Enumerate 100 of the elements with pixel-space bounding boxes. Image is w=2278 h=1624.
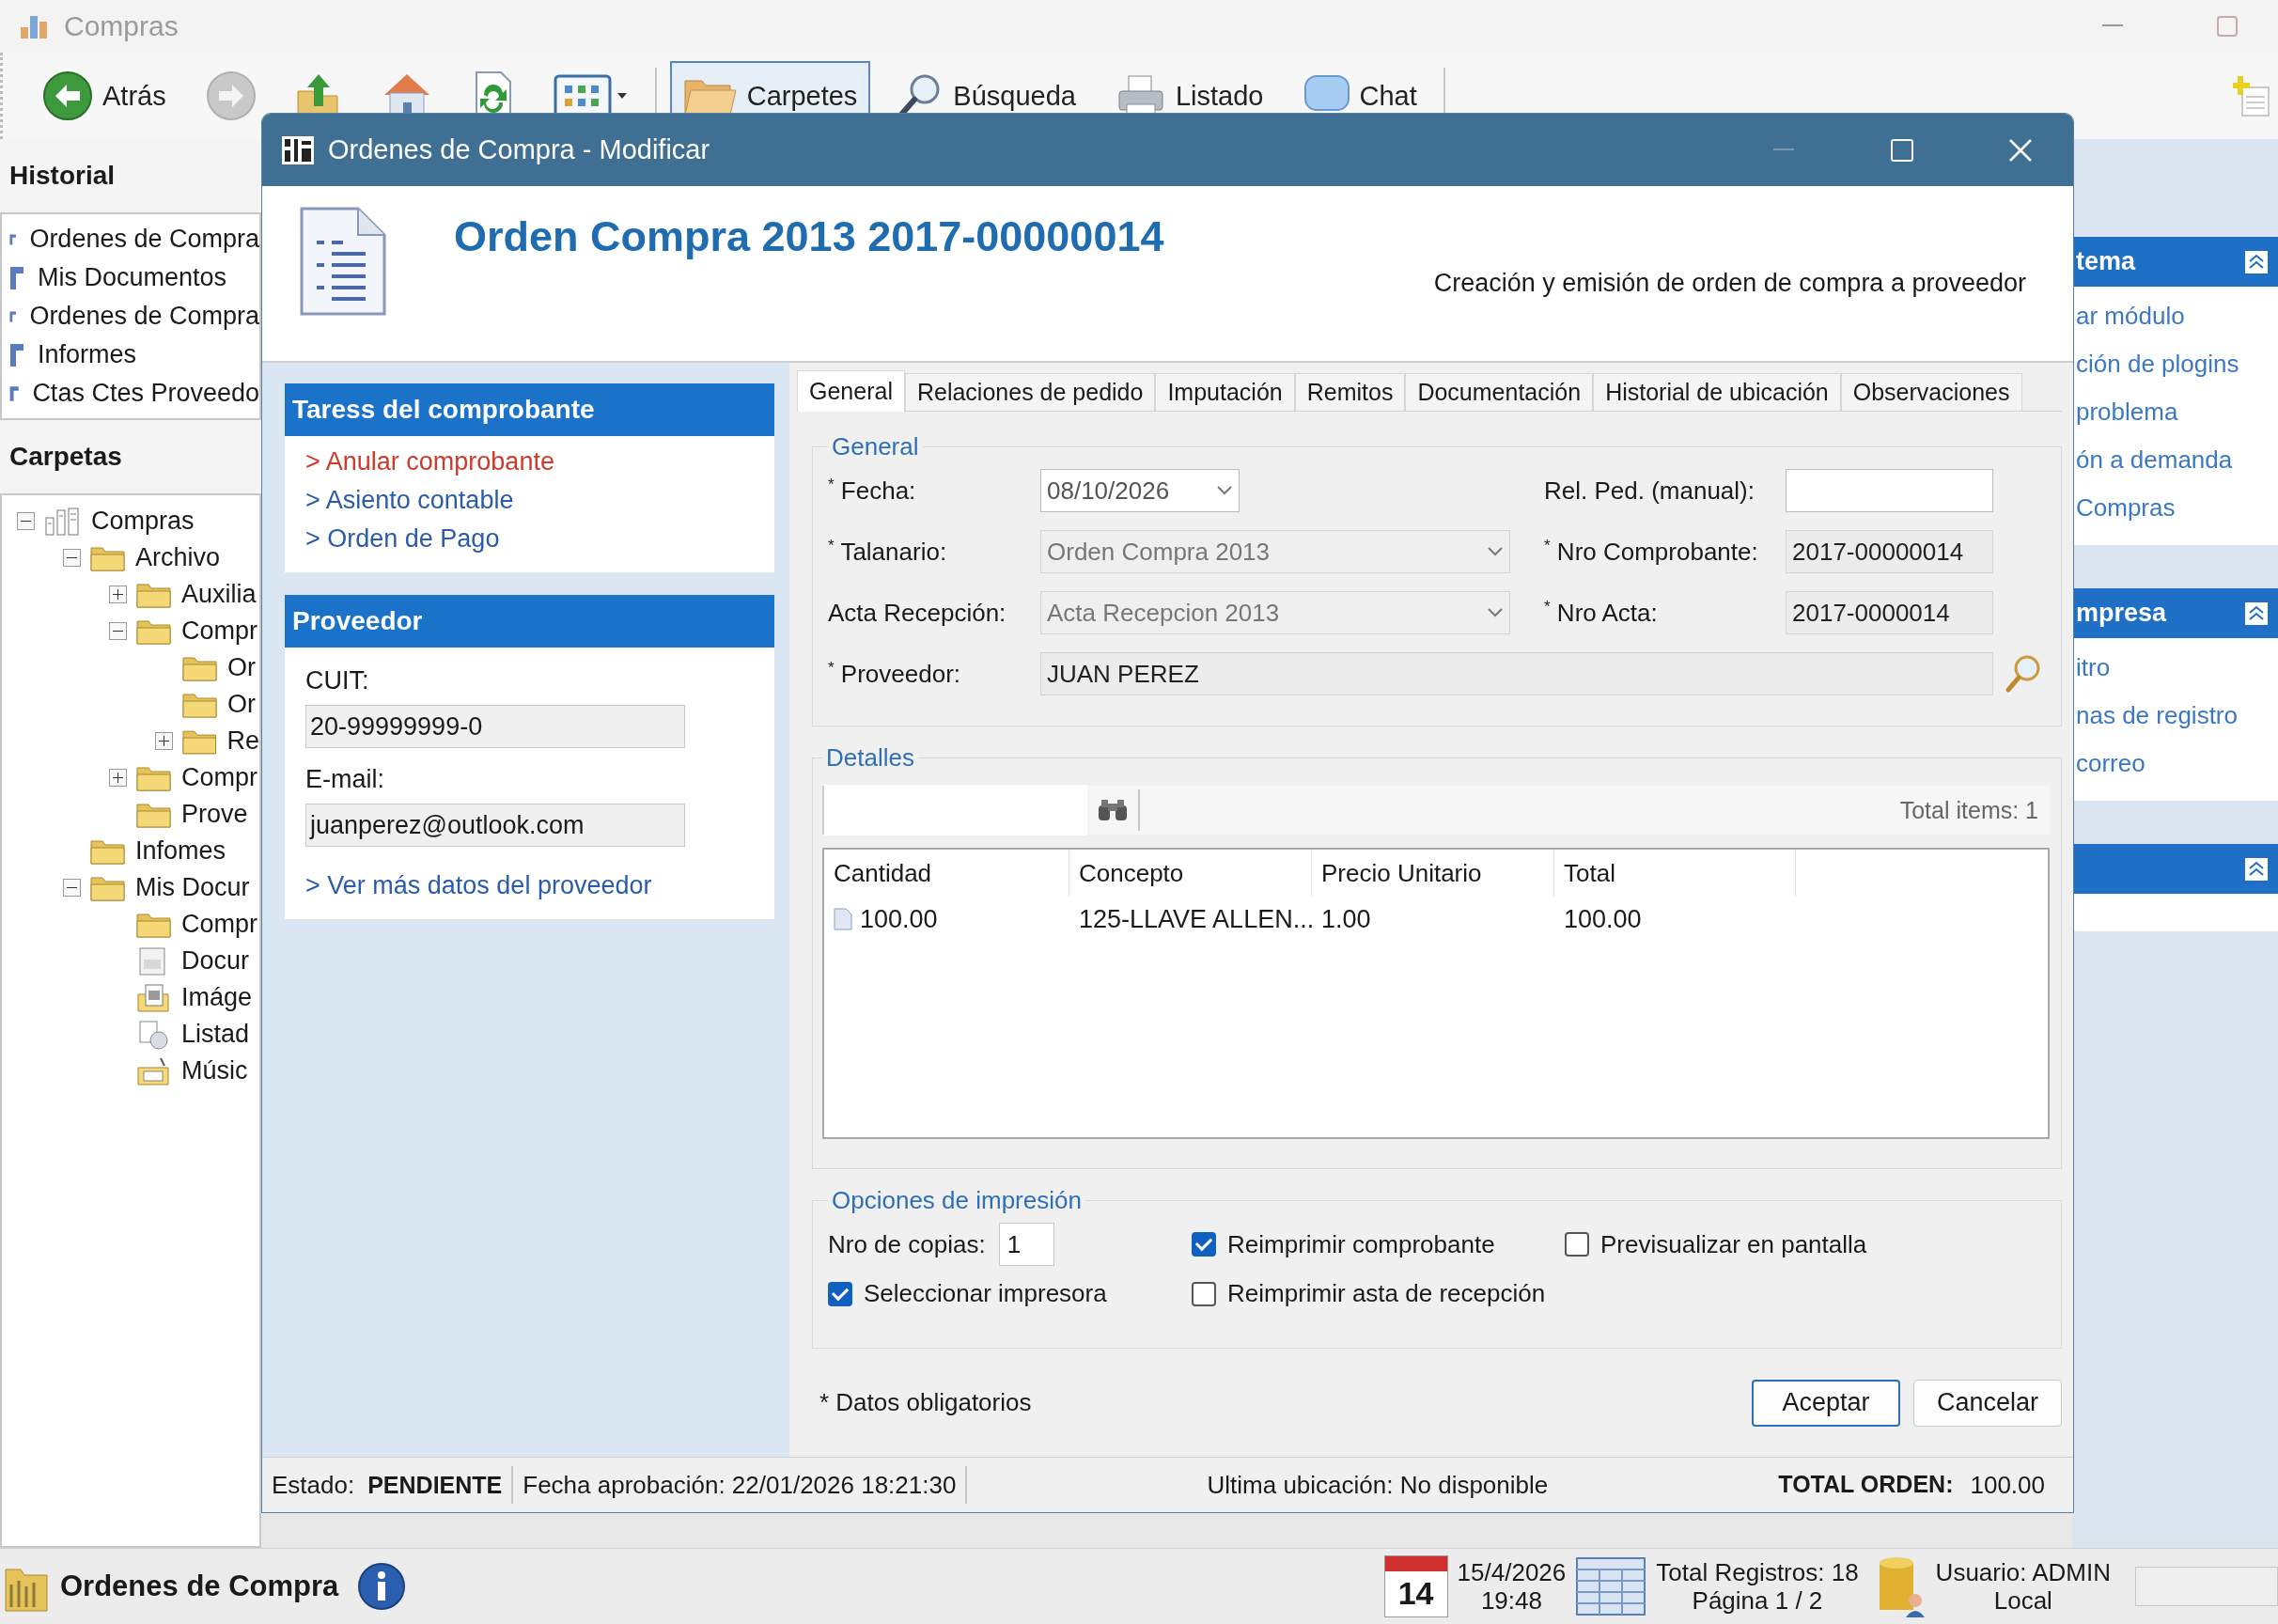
tree-item[interactable]: Compr: [181, 910, 257, 939]
tree-item[interactable]: Or: [227, 690, 256, 719]
checkbox-label: Seleccionar impresora: [864, 1279, 1107, 1308]
collapse-toggle[interactable]: [109, 622, 127, 640]
panel-link[interactable]: nas de registro: [2076, 701, 2278, 730]
shortcut-icon: [9, 265, 24, 290]
field-label: Nro de copias:: [828, 1229, 986, 1259]
history-item[interactable]: Ordenes de Compra: [29, 225, 259, 254]
panel-link[interactable]: correo: [2076, 749, 2278, 778]
column-header: Total: [1554, 850, 1796, 897]
panel-link[interactable]: ción de plogins: [2076, 350, 2278, 379]
date-text: 15/4/2026: [1457, 1558, 1567, 1586]
tree-item[interactable]: Compr: [181, 617, 257, 646]
tab[interactable]: General: [797, 370, 905, 412]
panel-link[interactable]: ón a demanda: [2076, 445, 2278, 475]
input-field[interactable]: 1: [998, 1223, 1054, 1266]
collapse-toggle[interactable]: [17, 512, 35, 530]
minimize-icon[interactable]: [2102, 24, 2123, 28]
record-count: Total Registros: 18: [1656, 1558, 1859, 1586]
column-header: Precio Unitario: [1312, 850, 1554, 897]
dialog-button[interactable]: Aceptar: [1752, 1379, 1900, 1427]
search-field[interactable]: [824, 785, 1087, 835]
expand-toggle[interactable]: [155, 732, 173, 750]
tree-item[interactable]: Músic: [181, 1056, 248, 1085]
window-title: Compras: [64, 10, 179, 42]
tree-item[interactable]: Archivo: [135, 543, 221, 572]
tree-item[interactable]: Re: [226, 726, 259, 756]
total-value: 100.00: [1970, 1470, 2045, 1500]
tree-item[interactable]: Or: [227, 653, 256, 682]
field-label: Acta Recepción:: [828, 598, 1007, 628]
tree-item[interactable]: Listad: [181, 1020, 250, 1049]
close-icon[interactable]: [2008, 137, 2033, 163]
total-label: TOTAL ORDEN:: [1778, 1470, 1954, 1499]
document-icon: [298, 205, 388, 318]
panel-link[interactable]: ar módulo: [2076, 302, 2278, 331]
tab[interactable]: Remitos: [1294, 373, 1406, 411]
folder-icon: [90, 874, 126, 901]
tab[interactable]: Imputación: [1155, 373, 1295, 411]
panel-link[interactable]: itro: [2076, 653, 2278, 682]
date-picker[interactable]: 08/10/2026: [1040, 469, 1240, 512]
input-field[interactable]: [1786, 469, 1993, 512]
history-item[interactable]: Mis Documentos: [38, 263, 227, 292]
collapse-toggle[interactable]: [63, 549, 81, 567]
checkbox[interactable]: [1192, 1281, 1216, 1306]
card-title: Taress del comprobante: [292, 395, 595, 425]
tree-item[interactable]: Infomes: [135, 836, 226, 866]
expand-toggle[interactable]: [109, 586, 127, 603]
checkbox[interactable]: [828, 1281, 852, 1306]
history-item[interactable]: Ordenes de Compra: [29, 302, 259, 331]
history-item[interactable]: Ctas Ctes Proveedo: [32, 379, 259, 408]
tree-item[interactable]: Prove: [181, 800, 248, 829]
collapse-icon[interactable]: [2244, 249, 2269, 274]
field-label: E-mail:: [305, 765, 385, 794]
dialog-button[interactable]: Cancelar: [1913, 1379, 2062, 1427]
table-cell: 100.00: [860, 904, 938, 934]
tree-item[interactable]: Mis Docur: [135, 873, 250, 902]
shortcut-icon: [9, 342, 24, 367]
binoculars-icon[interactable]: [1097, 798, 1129, 822]
music-file-icon: [136, 1055, 172, 1086]
tree-item[interactable]: Auxilia: [181, 580, 257, 609]
field-label: CUIT:: [305, 666, 370, 695]
history-item[interactable]: Informes: [38, 340, 137, 369]
tab[interactable]: Observaciones: [1840, 373, 2022, 411]
panel-link[interactable]: Compras: [2076, 493, 2278, 523]
folder-icon: [136, 801, 172, 828]
caret-icon: [1487, 607, 1504, 618]
folder-icon: [90, 544, 126, 571]
panel-link[interactable]: problema: [2076, 398, 2278, 427]
approval-date: Fecha aprobación: 22/01/2026 18:21:30: [523, 1470, 957, 1500]
collapse-toggle[interactable]: [63, 879, 81, 897]
section-title: Carpetas: [9, 442, 122, 472]
table-cell: 1.00: [1321, 904, 1371, 934]
collapse-icon[interactable]: [2244, 856, 2269, 882]
tab[interactable]: Documentación: [1405, 373, 1594, 411]
supplier-link[interactable]: > Ver más datos del proveedor: [305, 871, 774, 900]
tab[interactable]: Historial de ubicación: [1593, 373, 1841, 411]
task-link[interactable]: > Asiento contable: [305, 486, 774, 515]
checkbox[interactable]: [1565, 1232, 1589, 1257]
task-link[interactable]: > Orden de Pago: [305, 524, 774, 554]
tree-item[interactable]: Imáge: [181, 983, 253, 1012]
info-icon[interactable]: [357, 1562, 407, 1611]
tree-item[interactable]: Compr: [181, 763, 257, 792]
panel-title: tema: [2076, 247, 2136, 276]
toolbar-button[interactable]: Chat: [1289, 61, 1430, 131]
app-icon: [281, 134, 315, 165]
expand-toggle[interactable]: [109, 769, 127, 787]
app-icon: [44, 506, 82, 537]
collapse-icon[interactable]: [2244, 601, 2269, 626]
checkbox[interactable]: [1192, 1232, 1216, 1257]
field-label: $^{*}$ Proveedor:: [828, 659, 962, 689]
tree-item[interactable]: Docur: [181, 946, 250, 976]
toolbar-button[interactable]: Búsqueda: [883, 61, 1089, 131]
task-link[interactable]: > Anular comprobante: [305, 447, 774, 476]
folder-icon: [136, 764, 172, 791]
toolbar-button[interactable]: Atrás: [29, 61, 179, 131]
tree-item[interactable]: Compras: [91, 507, 195, 536]
card-title: Proveedor: [292, 606, 423, 636]
tab[interactable]: Relaciones de pedido: [904, 373, 1156, 411]
checkbox-label: Reimprimir comprobante: [1227, 1229, 1495, 1259]
search-icon[interactable]: [2005, 654, 2042, 694]
